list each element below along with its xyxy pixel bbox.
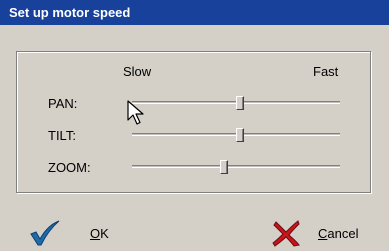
tilt-slider-thumb[interactable] [236, 128, 244, 142]
ok-button[interactable]: OK [30, 215, 120, 251]
checkmark-icon [30, 220, 60, 246]
zoom-label: ZOOM: [48, 160, 91, 175]
slow-label: Slow [123, 64, 152, 79]
cancel-button-label: Cancel [318, 225, 359, 241]
motor-speed-dialog: Set up motor speed Slow Fast PAN: TILT: … [0, 0, 389, 249]
zoom-slider-track[interactable] [132, 165, 340, 168]
tilt-label: TILT: [48, 128, 76, 143]
pan-label: PAN: [48, 96, 78, 111]
window-title: Set up motor speed [0, 0, 389, 25]
pan-slider-thumb[interactable] [236, 96, 244, 110]
cancel-button[interactable]: Cancel [272, 215, 382, 251]
zoom-slider-thumb[interactable] [220, 160, 228, 174]
fast-label: Fast [313, 64, 339, 79]
red-x-icon [272, 220, 300, 247]
mouse-cursor-icon [127, 100, 144, 125]
ok-button-label: OK [90, 225, 109, 241]
